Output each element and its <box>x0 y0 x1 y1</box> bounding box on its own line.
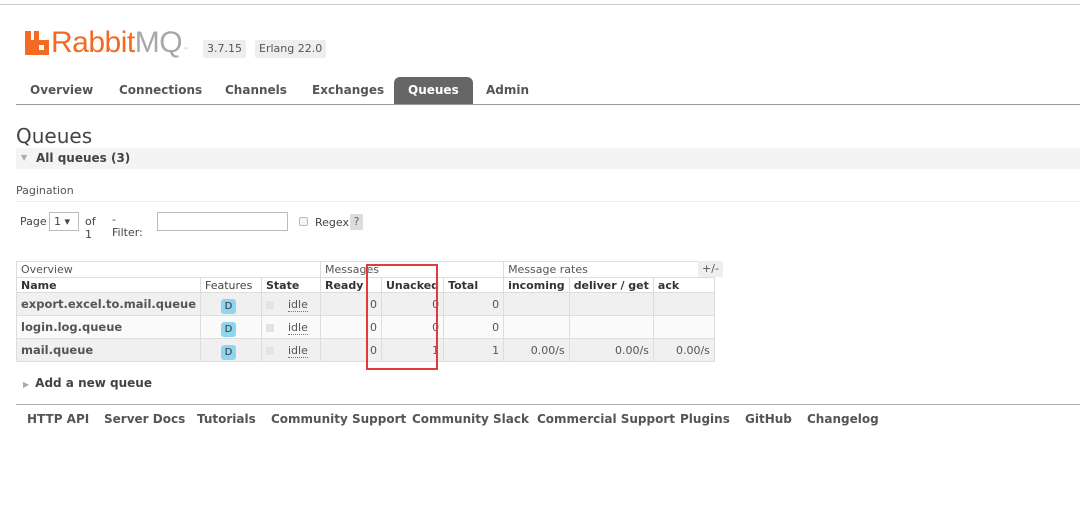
unacked-count: 1 <box>380 338 445 362</box>
group-overview: Overview <box>16 261 321 278</box>
col-unacked[interactable]: Unacked <box>380 277 445 293</box>
col-deliver-get[interactable]: deliver / get <box>568 277 654 293</box>
deliver-rate: 0.00/s <box>568 338 654 362</box>
tab-exchanges[interactable]: Exchanges <box>298 77 398 104</box>
durable-badge: D <box>221 321 236 337</box>
incoming-rate <box>503 315 570 339</box>
state-indicator-icon <box>266 323 274 332</box>
col-total[interactable]: Total <box>443 277 505 293</box>
add-queue-label: Add a new queue <box>35 376 152 390</box>
table-row: export.excel.to.mail.queue D idle 0 0 0 <box>16 292 715 316</box>
col-incoming[interactable]: incoming <box>503 277 570 293</box>
queue-name-link[interactable]: export.excel.to.mail.queue <box>16 292 201 316</box>
deliver-rate <box>568 315 654 339</box>
tab-channels[interactable]: Channels <box>211 77 301 104</box>
tab-overview[interactable]: Overview <box>16 77 107 104</box>
total-count: 1 <box>443 338 505 362</box>
regex-help-button[interactable]: ? <box>350 214 363 230</box>
unacked-count: 0 <box>380 315 445 339</box>
state-indicator-icon <box>266 346 274 355</box>
page-count-label: of 1 <box>85 215 96 241</box>
state-value: idle <box>288 320 308 335</box>
durable-badge: D <box>221 344 236 360</box>
add-queue-toggle[interactable]: ▶ Add a new queue <box>23 376 152 390</box>
footer-link-changelog[interactable]: Changelog <box>807 412 879 426</box>
all-queues-toggle[interactable]: ▼ All queues (3) <box>16 148 1080 169</box>
filter-input[interactable] <box>157 212 288 231</box>
trademark: ™ <box>183 47 190 54</box>
footer-link-github[interactable]: GitHub <box>745 412 792 426</box>
tab-admin[interactable]: Admin <box>472 77 543 104</box>
state-value: idle <box>288 343 308 358</box>
col-ready[interactable]: Ready <box>320 277 382 293</box>
collapse-triangle-icon: ▼ <box>21 153 28 162</box>
unacked-count: 0 <box>380 292 445 316</box>
ready-count: 0 <box>320 315 382 339</box>
ack-rate <box>652 292 715 316</box>
pagination-title: Pagination <box>16 184 74 197</box>
col-features: Features <box>200 277 262 293</box>
erlang-version-badge: Erlang 22.0 <box>255 40 327 58</box>
page-title: Queues <box>16 124 93 148</box>
state-indicator-icon <box>266 300 274 309</box>
group-messages: Messages <box>319 261 505 278</box>
ready-count: 0 <box>320 292 382 316</box>
regex-checkbox[interactable] <box>299 217 308 226</box>
total-count: 0 <box>443 315 505 339</box>
durable-badge: D <box>221 298 236 314</box>
page-select[interactable]: 1 ▾ <box>49 212 79 231</box>
queue-name-link[interactable]: mail.queue <box>16 338 201 362</box>
table-row: mail.queue D idle 0 1 1 0.00/s 0.00/s 0.… <box>16 338 715 362</box>
state-value: idle <box>288 297 308 312</box>
logo-text: RabbitMQ <box>51 26 183 59</box>
queues-table: Overview Messages Message rates Name Fea… <box>16 261 715 362</box>
footer-link-plugins[interactable]: Plugins <box>680 412 730 426</box>
regex-label: Regex <box>315 216 349 229</box>
footer-link-tutorials[interactable]: Tutorials <box>197 412 256 426</box>
col-ack[interactable]: ack <box>652 277 715 293</box>
version-badge: 3.7.15 <box>203 40 246 58</box>
column-toggle-button[interactable]: +/- <box>698 261 723 277</box>
incoming-rate <box>503 292 570 316</box>
expand-triangle-icon: ▶ <box>23 380 30 389</box>
incoming-rate: 0.00/s <box>503 338 570 362</box>
queue-name-link[interactable]: login.log.queue <box>16 315 201 339</box>
col-name[interactable]: Name <box>16 277 201 293</box>
all-queues-label: All queues (3) <box>36 151 131 165</box>
group-message-rates: Message rates <box>503 261 715 278</box>
rabbitmq-logo-icon <box>25 31 49 55</box>
table-row: login.log.queue D idle 0 0 0 <box>16 315 715 339</box>
total-count: 0 <box>443 292 505 316</box>
filter-label: - Filter: <box>112 213 143 239</box>
pagination-divider <box>16 201 1080 202</box>
main-nav-tabs: Overview Connections Channels Exchanges … <box>16 77 1080 105</box>
footer-link-community-slack[interactable]: Community Slack <box>412 412 529 426</box>
col-state[interactable]: State <box>261 277 321 293</box>
footer-link-commercial-support[interactable]: Commercial Support <box>537 412 675 426</box>
footer-divider <box>16 404 1080 405</box>
deliver-rate <box>568 292 654 316</box>
page-label: Page <box>20 215 47 228</box>
footer-link-community-support[interactable]: Community Support <box>271 412 406 426</box>
tab-queues[interactable]: Queues <box>394 77 473 104</box>
ack-rate <box>652 315 715 339</box>
footer-link-server-docs[interactable]: Server Docs <box>104 412 185 426</box>
footer-link-http-api[interactable]: HTTP API <box>27 412 89 426</box>
ack-rate: 0.00/s <box>652 338 715 362</box>
tab-connections[interactable]: Connections <box>105 77 216 104</box>
top-divider <box>0 4 1080 5</box>
rabbitmq-logo[interactable]: RabbitMQ ™ <box>25 26 189 58</box>
ready-count: 0 <box>320 338 382 362</box>
